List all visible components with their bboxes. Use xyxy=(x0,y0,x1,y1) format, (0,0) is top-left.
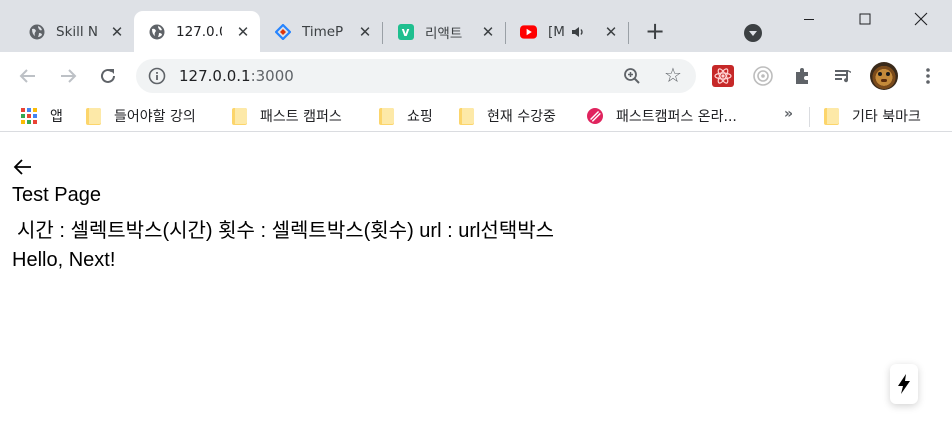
folder-icon xyxy=(823,107,839,125)
url-text[interactable]: 127.0.0.1:3000 xyxy=(179,59,294,93)
extensions-button[interactable] xyxy=(791,64,815,88)
fastcampus-logo-icon xyxy=(587,107,603,125)
apps-grid-icon xyxy=(21,107,37,125)
tab-separator xyxy=(628,22,629,44)
speaker-icon[interactable] xyxy=(571,25,585,39)
tab-title: TimeP xyxy=(302,23,344,40)
youtube-icon xyxy=(520,23,537,40)
close-icon xyxy=(914,12,928,26)
bookmark-label: 쇼핑 xyxy=(407,109,433,125)
url-host: 127.0.0.1 xyxy=(179,67,251,85)
maximize-button[interactable] xyxy=(837,0,893,38)
circle-target-icon xyxy=(753,66,773,86)
forward-button[interactable] xyxy=(56,64,80,88)
close-icon[interactable]: ✕ xyxy=(479,23,497,41)
tab-title: 리액트 xyxy=(425,25,463,42)
bookmark-label: 현재 수강중 xyxy=(487,109,556,125)
minimize-button[interactable] xyxy=(781,0,837,38)
timepay-diamond-icon xyxy=(274,23,291,40)
tab-search-button[interactable] xyxy=(744,24,762,42)
folder-icon xyxy=(85,107,101,125)
bookmark-folder-current-courses[interactable]: 현재 수강중 xyxy=(458,106,556,126)
info-icon[interactable] xyxy=(148,67,166,85)
tab-title: [M xyxy=(548,23,565,40)
nextjs-build-indicator[interactable] xyxy=(890,364,918,404)
bookmark-folder-other[interactable]: 기타 북마크 xyxy=(823,106,921,126)
chrome-menu-button[interactable] xyxy=(916,64,940,88)
back-button[interactable] xyxy=(16,64,40,88)
tab-youtube[interactable]: [M ✕ xyxy=(506,11,628,52)
page-title: Test Page xyxy=(12,184,101,206)
bookmark-label: 들어야할 강의 xyxy=(114,109,196,125)
tab-title: 127.0.0 xyxy=(176,23,222,40)
minimize-icon xyxy=(804,19,814,20)
new-tab-button[interactable]: + xyxy=(644,19,666,43)
v-green-icon: v xyxy=(397,23,414,40)
extension-grey-circle[interactable] xyxy=(751,64,775,88)
bookmark-folder-shopping[interactable]: 쇼핑 xyxy=(378,106,433,126)
zoom-icon[interactable] xyxy=(623,67,641,85)
browser-toolbar: 127.0.0.1:3000 ☆ xyxy=(0,52,952,100)
react-devtools-icon xyxy=(712,65,734,87)
bookmarks-overflow-button[interactable]: » xyxy=(784,106,793,122)
maximize-icon xyxy=(859,13,871,25)
tab-title: Skill N xyxy=(56,23,99,40)
folder-icon xyxy=(458,107,474,125)
playlist-music-icon xyxy=(835,70,851,83)
url-port: :3000 xyxy=(250,67,294,85)
folder-icon xyxy=(378,107,394,125)
profile-button[interactable] xyxy=(870,62,898,90)
media-control-button[interactable] xyxy=(831,64,855,88)
window-close-button[interactable] xyxy=(893,0,949,38)
bookmark-star-icon[interactable]: ☆ xyxy=(664,65,684,85)
tab-localhost[interactable]: 127.0.0 ✕ xyxy=(134,11,260,52)
tab-react[interactable]: v 리액트 ✕ xyxy=(383,11,505,52)
globe-icon xyxy=(28,23,45,40)
bookmark-fastcampus-online[interactable]: 패스트캠퍼스 온라... xyxy=(587,106,737,126)
lightning-bolt-icon xyxy=(898,374,910,394)
bookmark-apps[interactable]: 앱 xyxy=(21,106,63,126)
bookmark-label: 패스트캠퍼스 온라... xyxy=(616,109,737,125)
greeting-text: Hello, Next! xyxy=(12,249,116,271)
page-viewport: Test Page 시간 : 셀렉트박스(시간) 횟수 : 셀렉트박스(횟수) … xyxy=(0,140,952,447)
filter-select-line: 시간 : 셀렉트박스(시간) 횟수 : 셀렉트박스(횟수) url : url선… xyxy=(17,220,555,242)
tab-timepay[interactable]: TimeP ✕ xyxy=(260,11,382,52)
forward-arrow-icon xyxy=(61,69,77,83)
bookmark-folder-fastcampus[interactable]: 패스트 캠퍼스 xyxy=(231,106,342,126)
bookmark-label: 앱 xyxy=(50,109,63,125)
bookmark-label: 패스트 캠퍼스 xyxy=(260,109,342,125)
folder-icon xyxy=(231,107,247,125)
back-arrow-icon xyxy=(19,69,35,83)
tab-strip: Skill N ✕ 127.0.0 ✕ TimeP ✕ v 리액트 ✕ [M ✕ xyxy=(0,0,952,52)
kebab-menu-icon xyxy=(926,68,930,84)
puzzle-icon xyxy=(796,68,808,84)
address-bar[interactable]: 127.0.0.1:3000 ☆ xyxy=(136,59,696,93)
back-arrow-icon[interactable] xyxy=(13,157,33,177)
close-icon[interactable]: ✕ xyxy=(602,23,620,41)
extension-react-devtools[interactable] xyxy=(711,64,735,88)
tab-skill[interactable]: Skill N ✕ xyxy=(14,11,134,52)
bookmarks-separator xyxy=(809,107,810,127)
reload-button[interactable] xyxy=(96,64,120,88)
globe-icon xyxy=(148,23,165,40)
close-icon[interactable]: ✕ xyxy=(356,23,374,41)
bookmark-folder-lectures[interactable]: 들어야할 강의 xyxy=(85,106,196,126)
close-icon[interactable]: ✕ xyxy=(234,23,252,41)
bookmark-label: 기타 북마크 xyxy=(852,109,921,125)
avatar xyxy=(870,62,898,90)
close-icon[interactable]: ✕ xyxy=(108,23,126,41)
reload-icon xyxy=(101,68,115,83)
